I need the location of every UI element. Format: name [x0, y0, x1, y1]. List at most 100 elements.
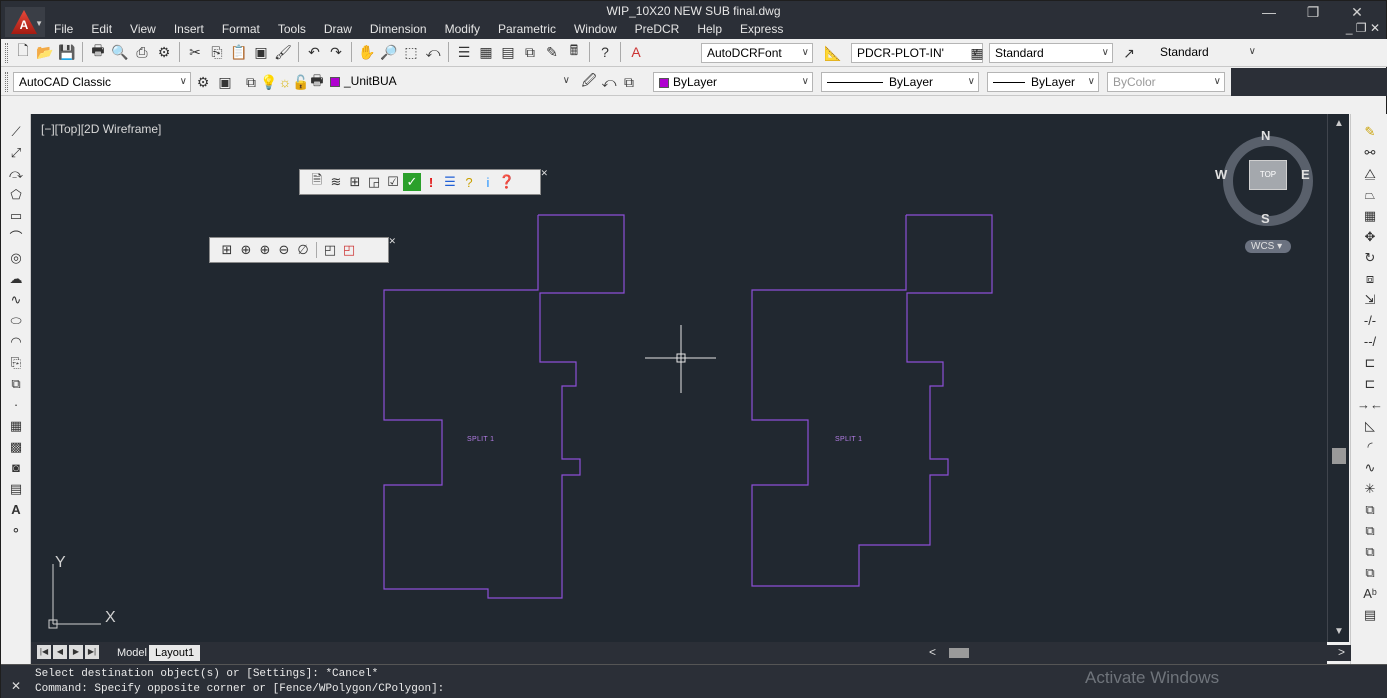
ellipse-icon[interactable]: ⬭ — [5, 311, 27, 330]
color-select[interactable]: ByLayer ∨ — [653, 72, 813, 92]
workspace-settings-icon[interactable]: ⚙ — [193, 72, 213, 92]
text-style-select[interactable]: AutoDCRFont ∨ — [701, 43, 813, 63]
close-icon[interactable]: ✕ — [540, 168, 548, 179]
solid-tool-7-icon[interactable]: ◰ — [340, 241, 358, 259]
multiline-text-icon[interactable]: A — [5, 500, 27, 519]
solid-tool-6-icon[interactable]: ◰ — [321, 241, 339, 259]
compass-east[interactable]: E — [1301, 167, 1310, 182]
construction-line-icon[interactable]: ⤢ — [5, 143, 27, 162]
mleader-style-select[interactable]: Standard ∨ — [1147, 43, 1259, 63]
extend-icon[interactable]: --/ — [1359, 332, 1381, 351]
solid-tool-5-icon[interactable]: ∅ — [294, 241, 312, 259]
solid-tool-3-icon[interactable]: ⊕ — [256, 241, 274, 259]
menu-parametric[interactable]: Parametric — [489, 20, 565, 39]
compass-south[interactable]: S — [1261, 211, 1270, 226]
green-check-icon[interactable]: ✓ — [403, 173, 421, 191]
scroll-left-icon[interactable]: < — [929, 645, 936, 659]
plot-preview-icon[interactable]: 🔍 — [110, 42, 130, 62]
dim-style-select[interactable]: PDCR-PLOT-IN' ∨ — [851, 43, 983, 63]
copy-icon[interactable]: ⎘ — [207, 42, 227, 62]
line-icon[interactable]: ⟋ — [5, 122, 27, 141]
close-icon[interactable]: ✕ — [388, 236, 396, 247]
predcr-tool-2-icon[interactable]: ≋ — [327, 173, 345, 191]
draworder-back-icon[interactable]: ⧉ — [1359, 521, 1381, 540]
menu-window[interactable]: Window — [565, 20, 626, 39]
horizontal-scrollbar[interactable]: < > — [919, 645, 1351, 661]
layer-state-icon[interactable]: ⧉ — [619, 72, 639, 92]
break-at-point-icon[interactable]: ⊏ — [1359, 353, 1381, 372]
gradient-icon[interactable]: ▩ — [5, 437, 27, 456]
tab-layout1[interactable]: Layout1 — [149, 645, 201, 661]
menu-predcr[interactable]: PreDCR — [626, 20, 689, 39]
properties-icon[interactable]: ☰ — [454, 42, 474, 62]
match-properties-icon[interactable]: 🖌 — [273, 42, 293, 62]
minimize-button[interactable]: — — [1247, 1, 1291, 25]
menu-modify[interactable]: Modify — [436, 20, 489, 39]
plot-icon[interactable]: 🖶 — [88, 42, 108, 62]
solid-tool-2-icon[interactable]: ⊕ — [237, 241, 255, 259]
mleader-style-icon[interactable]: ↗ — [1119, 43, 1139, 63]
polyline-icon[interactable]: ⤼ — [5, 164, 27, 183]
sheet-set-icon[interactable]: ⧉ — [520, 42, 540, 62]
save-icon[interactable]: 💾 — [57, 42, 77, 62]
scroll-right-icon[interactable]: > — [1338, 645, 1345, 659]
tab-model[interactable]: Model — [111, 645, 153, 661]
predcr-tool-1-icon[interactable]: 🗎 — [308, 172, 326, 191]
predcr-tool-3-icon[interactable]: ⊞ — [346, 173, 364, 191]
solid-tool-1-icon[interactable]: ⊞ — [218, 241, 236, 259]
checkbox-icon[interactable]: ☑ — [384, 173, 402, 191]
ellipse-arc-icon[interactable]: ◠ — [5, 332, 27, 351]
chamfer-icon[interactable]: ◺ — [1359, 416, 1381, 435]
table-icon[interactable]: ▤ — [5, 479, 27, 498]
mirror-icon[interactable]: ⧋ — [1359, 164, 1381, 183]
3d-print-icon[interactable]: ⚙ — [154, 42, 174, 62]
array-icon[interactable]: ▦ — [1359, 206, 1381, 225]
toolbar-grip[interactable] — [5, 72, 8, 92]
polygon-icon[interactable]: ⬠ — [5, 185, 27, 204]
spline-icon[interactable]: ∿ — [5, 290, 27, 309]
draworder-above-icon[interactable]: ⧉ — [1359, 542, 1381, 561]
dim-style-icon[interactable]: 📐 — [823, 43, 843, 63]
rotate-icon[interactable]: ↻ — [1359, 248, 1381, 267]
trim-icon[interactable]: -/- — [1359, 311, 1381, 330]
text-front-icon[interactable]: Aᵇ — [1359, 584, 1381, 603]
zoom-realtime-icon[interactable]: 🔎 — [379, 42, 399, 62]
menu-tools[interactable]: Tools — [269, 20, 315, 39]
next-tab-icon[interactable]: ▶ — [69, 645, 83, 659]
scale-icon[interactable]: ⧈ — [1359, 269, 1381, 288]
arc-icon[interactable]: ⌒ — [5, 227, 27, 246]
text-style-icon[interactable]: A — [626, 42, 646, 62]
help-icon[interactable]: ? — [595, 42, 615, 62]
menu-draw[interactable]: Draw — [315, 20, 361, 39]
calculator-icon[interactable]: 🖩 — [564, 42, 584, 62]
stretch-icon[interactable]: ⇲ — [1359, 290, 1381, 309]
menu-file[interactable]: File — [45, 20, 82, 39]
workspace-select[interactable]: AutoCAD Classic ∨ — [13, 72, 191, 92]
join-icon[interactable]: →← — [1357, 395, 1383, 414]
fillet-icon[interactable]: ◜ — [1359, 437, 1381, 456]
layer-select[interactable]: _UnitBUA ∨ — [325, 72, 573, 92]
draworder-front-icon[interactable]: ⧉ — [1359, 500, 1381, 519]
zoom-previous-icon[interactable]: ⤺ — [423, 42, 443, 62]
layer-previous-icon[interactable]: ⤺ — [599, 72, 619, 92]
scroll-up-icon[interactable]: ▲ — [1334, 118, 1344, 129]
compass-north[interactable]: N — [1261, 128, 1270, 143]
insert-block-icon[interactable]: ⎘ — [5, 353, 27, 372]
menu-help[interactable]: Help — [688, 20, 731, 39]
point-icon[interactable]: · — [5, 395, 27, 414]
break-icon[interactable]: ⊏ — [1359, 374, 1381, 393]
vertical-scrollbar[interactable]: ▲ ▼ — [1327, 114, 1349, 642]
tool-palettes-icon[interactable]: ▤ — [498, 42, 518, 62]
paste-icon[interactable]: 📋 — [229, 42, 249, 62]
open-file-icon[interactable]: 📂 — [35, 42, 55, 62]
add-selected-icon[interactable]: ⚬ — [5, 521, 27, 540]
predcr-tool-4-icon[interactable]: ◲ — [365, 173, 383, 191]
context-help-icon[interactable]: ❓ — [498, 173, 516, 191]
hatch-back-icon[interactable]: ▤ — [1359, 605, 1381, 624]
alert-icon[interactable]: ! — [422, 173, 440, 191]
compass-west[interactable]: W — [1215, 167, 1227, 182]
prev-tab-icon[interactable]: ◀ — [53, 645, 67, 659]
lineweight-select[interactable]: ByLayer ∨ — [987, 72, 1099, 92]
vertical-scroll-thumb[interactable] — [1332, 448, 1346, 464]
table-style-select[interactable]: Standard ∨ — [989, 43, 1113, 63]
